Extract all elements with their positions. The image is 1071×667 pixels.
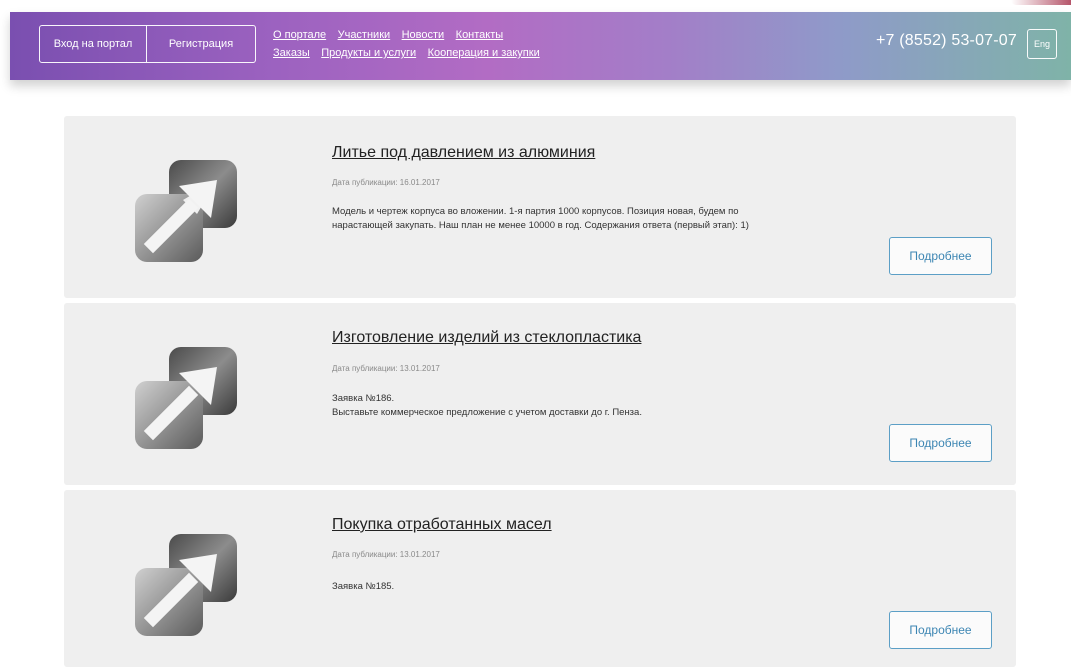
nav-link-products[interactable]: Продукты и услуги [321,47,416,59]
main-nav: О портале Участники Новости Контакты Зак… [273,25,547,61]
language-switch-button[interactable]: Eng [1027,29,1057,59]
nav-link-participants[interactable]: Участники [338,29,391,41]
corner-accent [1011,0,1071,5]
login-button[interactable]: Вход на портал [40,26,147,62]
card-title-link[interactable]: Покупка отработанных масел [332,516,552,534]
more-details-button[interactable]: Подробнее [889,237,992,275]
nav-link-contacts[interactable]: Контакты [456,29,504,41]
auth-button-group: Вход на портал Регистрация [39,25,256,63]
nav-link-about[interactable]: О портале [273,29,326,41]
card-description: Заявка №186. Выставьте коммерческое пред… [332,392,892,420]
card-description-line: нарастающей закупать. Наш план не менее … [332,220,749,231]
order-card: Изготовление изделий из стеклопластика Д… [64,303,1016,485]
site-header: Вход на портал Регистрация О портале Уча… [10,12,1071,80]
publication-date: Дата публикации: 13.01.2017 [332,364,440,373]
arrow-up-right-icon [133,532,239,638]
card-title-link[interactable]: Изготовление изделий из стеклопластика [332,329,641,347]
order-card: Покупка отработанных масел Дата публикац… [64,490,1016,667]
publication-date: Дата публикации: 13.01.2017 [332,550,440,559]
arrow-up-right-icon [133,158,239,264]
card-description-line: Заявка №185. [332,581,395,592]
nav-link-news[interactable]: Новости [402,29,445,41]
publication-date: Дата публикации: 16.01.2017 [332,178,440,187]
card-description-line: Модель и чертеж корпуса во вложении. 1-я… [332,206,739,217]
card-title-link[interactable]: Литье под давлением из алюминия [332,144,595,162]
card-description: Модель и чертеж корпуса во вложении. 1-я… [332,205,892,233]
nav-row-2: Заказы Продукты и услуги Кооперация и за… [273,43,547,61]
nav-link-cooperation[interactable]: Кооперация и закупки [428,47,540,59]
more-details-button[interactable]: Подробнее [889,424,992,462]
card-description-line: Выставьте коммерческое предложение с уче… [332,407,642,418]
card-description-line: Заявка №186. [332,393,395,404]
order-card: Литье под давлением из алюминия Дата пуб… [64,116,1016,298]
arrow-up-right-icon [133,345,239,451]
phone-number[interactable]: +7 (8552) 53-07-07 [876,32,1017,50]
more-details-button[interactable]: Подробнее [889,611,992,649]
card-description: Заявка №185. [332,580,892,594]
page: Вход на портал Регистрация О портале Уча… [0,0,1071,667]
register-button[interactable]: Регистрация [147,26,255,62]
nav-link-orders[interactable]: Заказы [273,47,310,59]
nav-row-1: О портале Участники Новости Контакты [273,25,547,43]
